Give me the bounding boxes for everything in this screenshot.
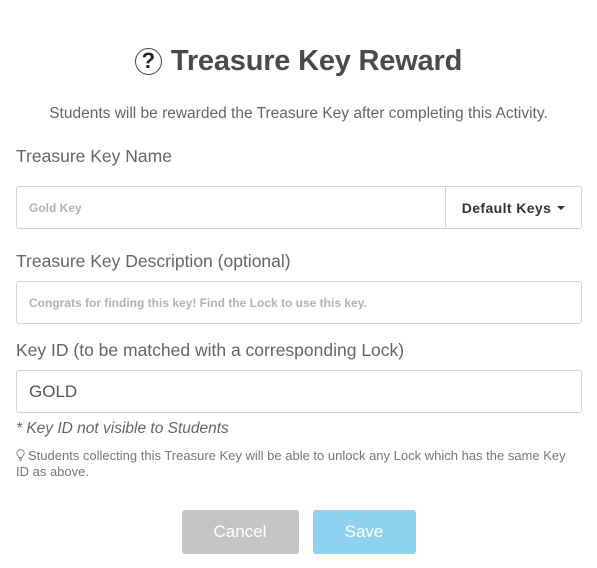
default-keys-label: Default Keys <box>461 199 552 216</box>
caret-down-icon <box>557 205 566 210</box>
key-id-input-group <box>16 370 582 413</box>
key-name-input-group: Default Keys <box>16 186 582 229</box>
key-id-input[interactable] <box>16 370 582 413</box>
question-circle-icon[interactable]: ? <box>134 47 162 75</box>
key-description-input-group <box>16 281 582 324</box>
dialog-header: ? Treasure Key Reward <box>0 42 597 80</box>
key-name-label: Treasure Key Name <box>16 146 172 166</box>
key-id-tip-text: Students collecting this Treasure Key wi… <box>16 448 566 479</box>
dialog-actions: Cancel Save <box>0 510 597 554</box>
save-button[interactable]: Save <box>312 510 416 554</box>
key-id-note: * Key ID not visible to Students <box>16 420 229 437</box>
default-keys-dropdown[interactable]: Default Keys <box>446 186 582 229</box>
lightbulb-icon <box>16 449 25 461</box>
key-id-label: Key ID (to be matched with a correspondi… <box>16 340 405 360</box>
key-description-label: Treasure Key Description (optional) <box>16 251 291 271</box>
key-name-input[interactable] <box>16 186 446 229</box>
cancel-button[interactable]: Cancel <box>181 510 299 554</box>
dialog-title: Treasure Key Reward <box>170 44 463 77</box>
dialog-subtitle: Students will be rewarded the Treasure K… <box>49 105 548 122</box>
key-description-input[interactable] <box>16 281 582 324</box>
treasure-key-reward-dialog: ? Treasure Key Reward Students will be r… <box>0 0 597 568</box>
key-id-tip: Students collecting this Treasure Key wi… <box>16 448 576 480</box>
